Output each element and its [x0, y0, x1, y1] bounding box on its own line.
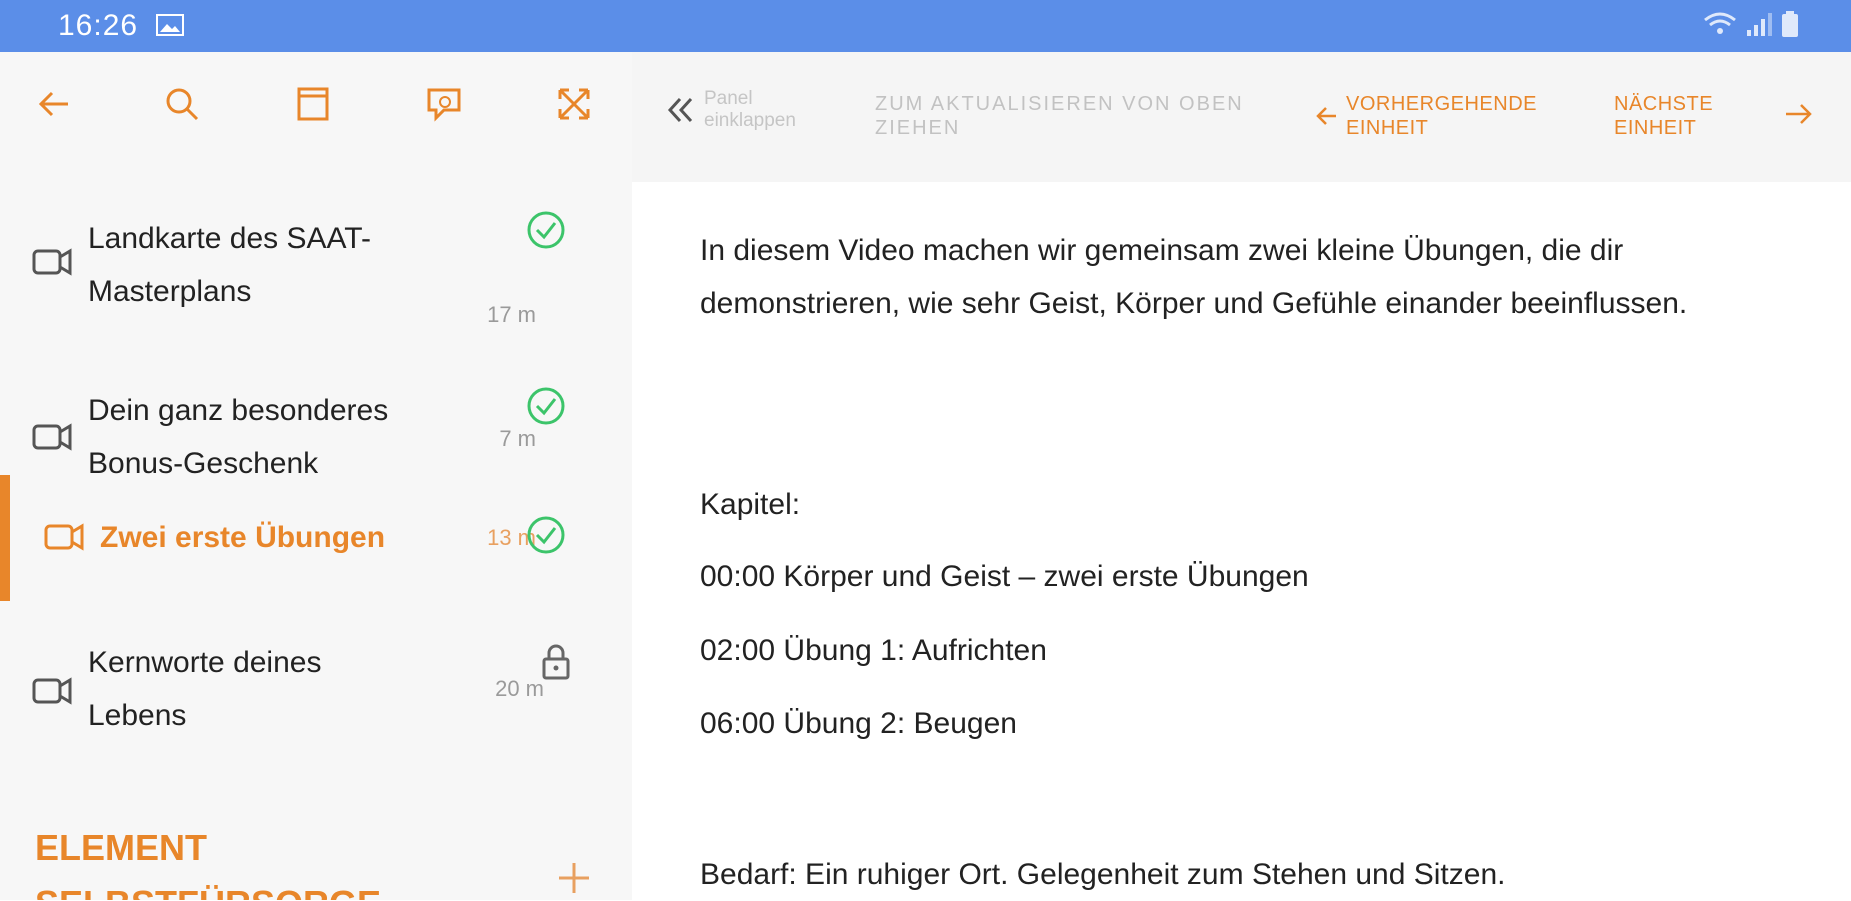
sidebar-toolbar — [0, 52, 632, 156]
wifi-icon — [1704, 12, 1736, 34]
arrow-left-icon — [38, 91, 68, 117]
double-chevron-left-icon — [667, 97, 693, 123]
requirements-paragraph: Bedarf: Ein ruhiger Ort. Gelegenheit zum… — [700, 858, 1506, 891]
window-button[interactable] — [291, 82, 335, 126]
section-title: ELEMENT SELBSTFÜRSORGE — [35, 827, 381, 900]
status-icons — [1703, 10, 1799, 38]
check-circle-icon — [527, 387, 565, 425]
previous-unit-label: VORHERGEHENDE EINHEIT — [1346, 93, 1537, 139]
plus-icon[interactable] — [556, 860, 592, 896]
previous-unit-button[interactable]: VORHERGEHENDE EINHEIT — [1314, 92, 1566, 140]
next-unit-button[interactable]: NÄCHSTE EINHEIT — [1614, 92, 1764, 140]
comments-button[interactable] — [422, 82, 466, 126]
check-circle-icon — [527, 516, 565, 554]
intro-paragraph: In diesem Video machen wir gemeinsam zwe… — [700, 234, 1688, 320]
chapters-heading: Kapitel: — [700, 488, 801, 521]
video-icon — [32, 423, 72, 451]
arrow-left-icon — [1316, 107, 1336, 125]
comment-icon — [427, 88, 461, 122]
check-circle-icon — [527, 211, 565, 249]
collapse-panel-button[interactable]: Panel einklappen — [664, 88, 824, 132]
lesson-duration: 7 m — [499, 426, 536, 451]
lesson-item[interactable]: Kernworte deines Lebens 20 m — [0, 612, 632, 792]
search-button[interactable] — [160, 82, 204, 126]
search-icon — [166, 88, 199, 121]
arrow-right-icon[interactable] — [1780, 96, 1816, 132]
chapter-item: 00:00 Körper und Geist – zwei erste Übun… — [700, 560, 1309, 593]
video-icon — [32, 677, 72, 705]
status-time: 16:26 — [58, 9, 139, 42]
video-icon — [32, 248, 72, 276]
window-icon — [297, 87, 329, 121]
lesson-item-active[interactable]: Zwei erste Übungen 13 m — [0, 475, 632, 601]
lesson-title: Zwei erste Übungen — [100, 521, 386, 554]
video-icon — [44, 523, 84, 551]
chapter-item: 06:00 Übung 2: Beugen — [700, 707, 1017, 740]
signal-icon — [1747, 13, 1772, 36]
back-button[interactable] — [32, 82, 76, 126]
lesson-nav-bar: Panel einklappen ZUM AKTUALISIEREN VON O… — [632, 52, 1851, 182]
status-bar: 16:26 — [0, 0, 1851, 52]
collapse-panel-label: Panel einklappen — [704, 88, 796, 131]
lesson-item[interactable]: Dein ganz besonderes Bonus-Geschenk 7 m — [0, 286, 632, 480]
course-sidebar: Landkarte des SAAT-Masterplans 17 m Dein… — [0, 52, 632, 900]
expand-icon — [558, 88, 590, 120]
chapter-item: 02:00 Übung 1: Aufrichten — [700, 634, 1047, 667]
lesson-item[interactable]: Landkarte des SAAT-Masterplans 17 m — [0, 156, 632, 327]
next-unit-label: NÄCHSTE EINHEIT — [1614, 93, 1714, 139]
lesson-title: Kernworte deines Lebens — [88, 646, 322, 732]
image-notification-icon — [156, 14, 184, 36]
pull-to-refresh-hint: ZUM AKTUALISIEREN VON OBEN ZIEHEN — [875, 93, 1244, 139]
expand-button[interactable] — [552, 82, 596, 126]
battery-icon — [1782, 11, 1798, 37]
lock-icon — [542, 644, 570, 680]
